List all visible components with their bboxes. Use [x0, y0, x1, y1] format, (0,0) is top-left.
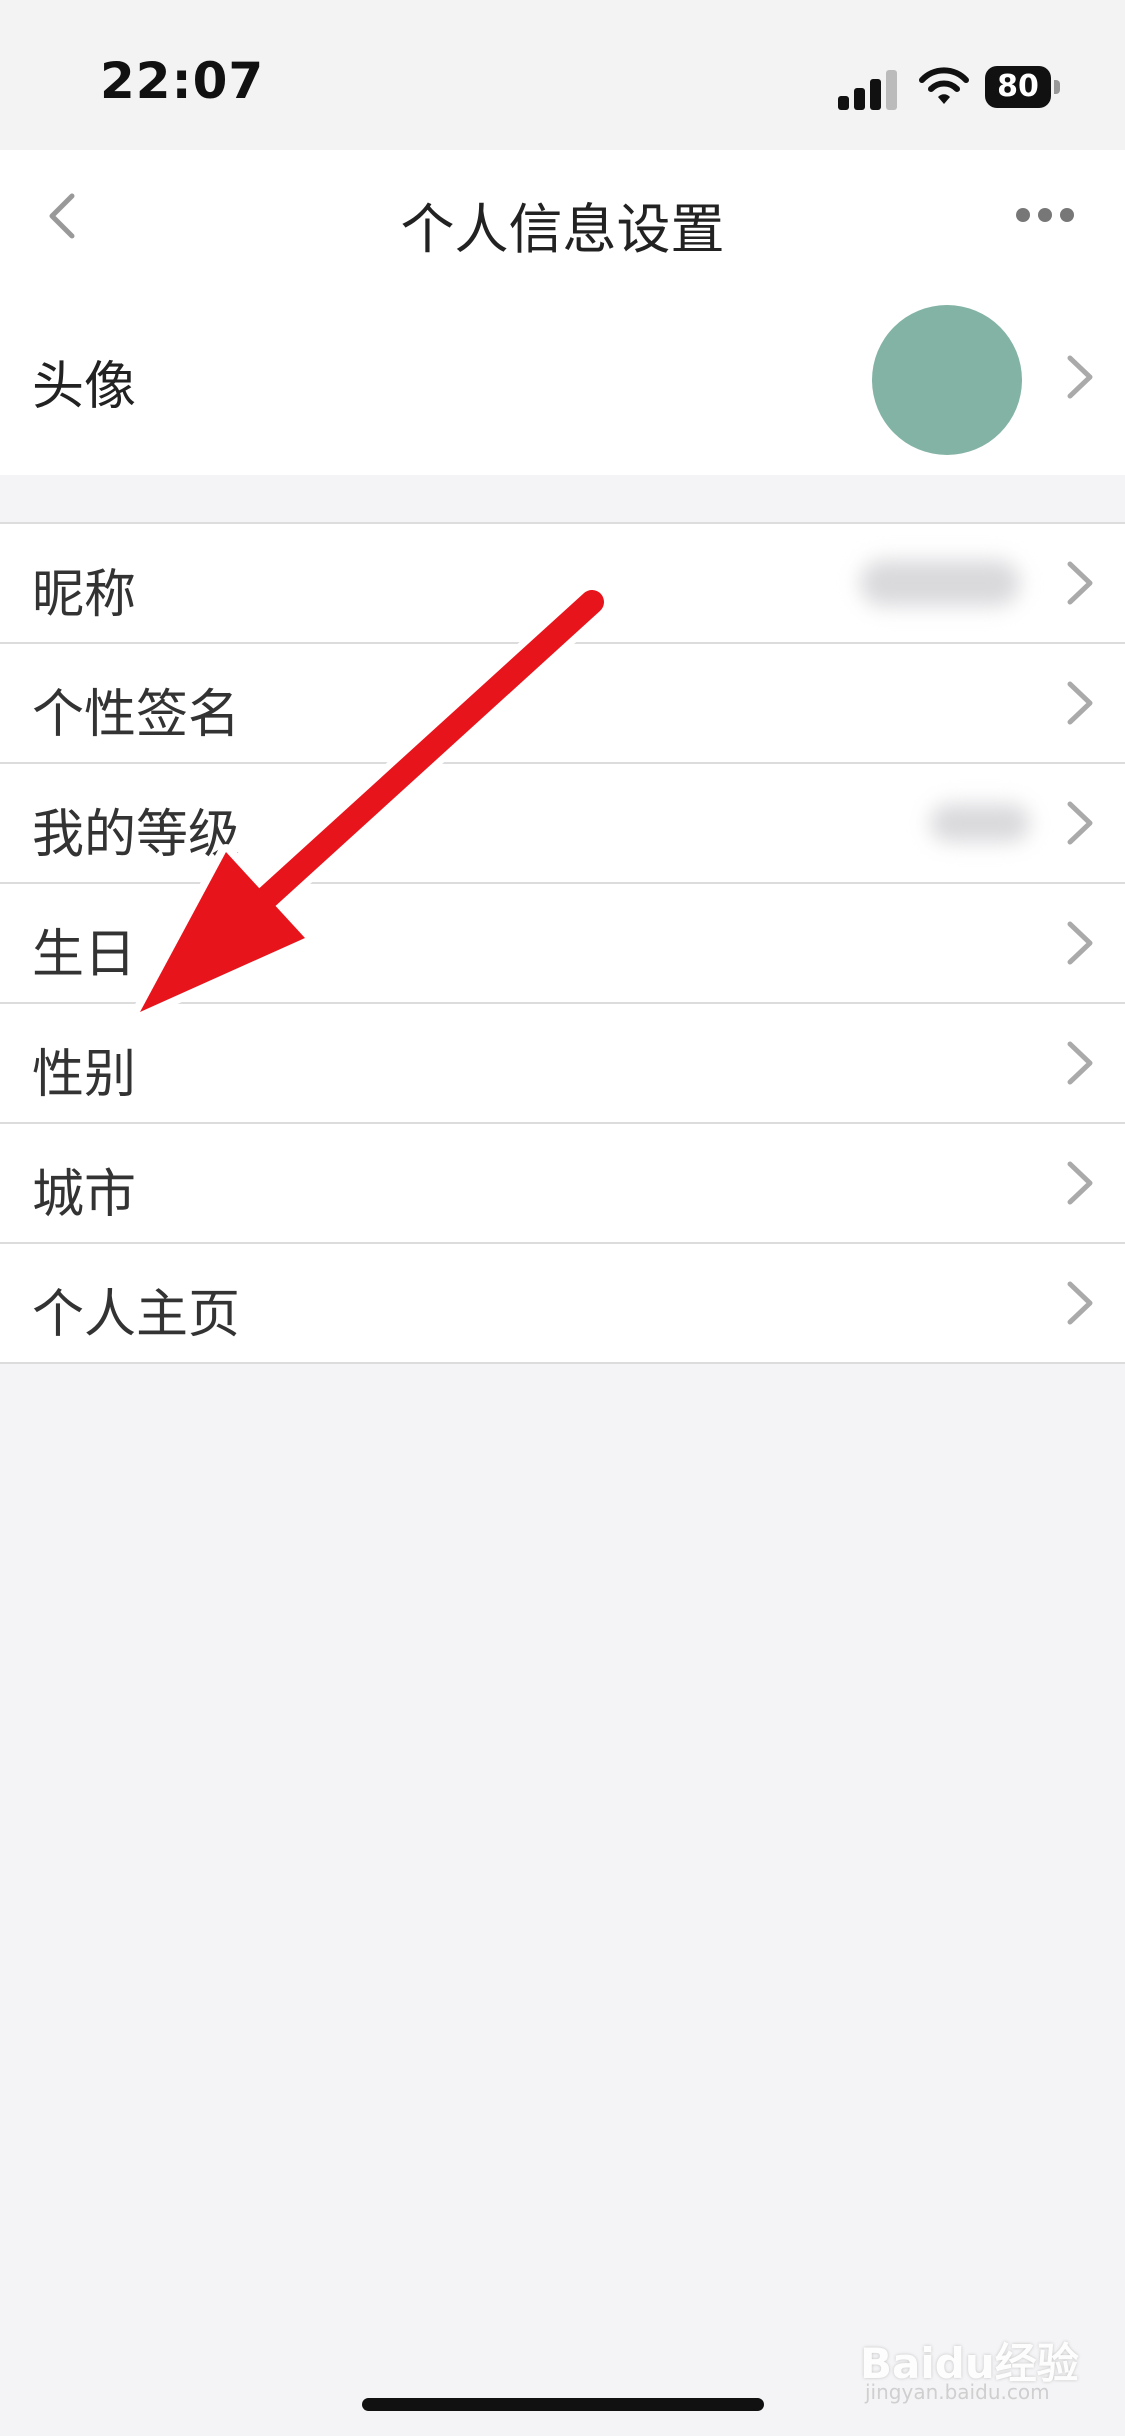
- setting-row-nickname[interactable]: 昵称: [0, 524, 1125, 644]
- homepage-label: 个人主页: [32, 1285, 241, 1345]
- chevron-right-icon: [1067, 801, 1093, 845]
- more-options-icon[interactable]: [1010, 198, 1080, 228]
- blurred-level-value: [930, 804, 1030, 842]
- signature-label: 个性签名: [32, 685, 241, 745]
- setting-row-city[interactable]: 城市: [0, 1124, 1125, 1244]
- setting-row-homepage[interactable]: 个人主页: [0, 1244, 1125, 1364]
- setting-row-birthday[interactable]: 生日: [0, 884, 1125, 1004]
- avatar-label: 头像: [32, 357, 137, 417]
- birthday-label: 生日: [32, 925, 137, 985]
- chevron-right-icon: [1067, 355, 1093, 399]
- gender-label: 性别: [32, 1045, 137, 1105]
- chevron-right-icon: [1067, 561, 1093, 605]
- status-bar: 22:07 80: [0, 0, 1125, 150]
- wifi-icon: [919, 67, 969, 104]
- chevron-right-icon: [1067, 1161, 1093, 1205]
- avatar[interactable]: [872, 305, 1022, 455]
- home-indicator[interactable]: [362, 2398, 764, 2411]
- navigation-bar: 个人信息设置: [0, 150, 1125, 280]
- page-title: 个人信息设置: [400, 198, 725, 261]
- level-label: 我的等级: [32, 805, 241, 865]
- status-time: 22:07: [100, 52, 265, 110]
- chevron-right-icon: [1067, 681, 1093, 725]
- battery-icon: 80: [985, 66, 1061, 110]
- chevron-right-icon: [1067, 1041, 1093, 1085]
- chevron-right-icon: [1067, 921, 1093, 965]
- battery-level: 80: [985, 66, 1051, 108]
- setting-row-signature[interactable]: 个性签名: [0, 644, 1125, 764]
- settings-list: 昵称 个性签名 我的等级 生日 性别 城市 个人主页: [0, 522, 1125, 1364]
- cellular-signal-icon: [838, 66, 898, 110]
- setting-row-gender[interactable]: 性别: [0, 1004, 1125, 1124]
- avatar-setting-row[interactable]: 头像: [0, 280, 1125, 475]
- nickname-label: 昵称: [32, 565, 137, 625]
- setting-row-level[interactable]: 我的等级: [0, 764, 1125, 884]
- city-label: 城市: [32, 1165, 137, 1225]
- blurred-nickname-value: [860, 560, 1020, 606]
- baidu-watermark-url: jingyan.baidu.com: [865, 2380, 1050, 2404]
- chevron-right-icon: [1067, 1281, 1093, 1325]
